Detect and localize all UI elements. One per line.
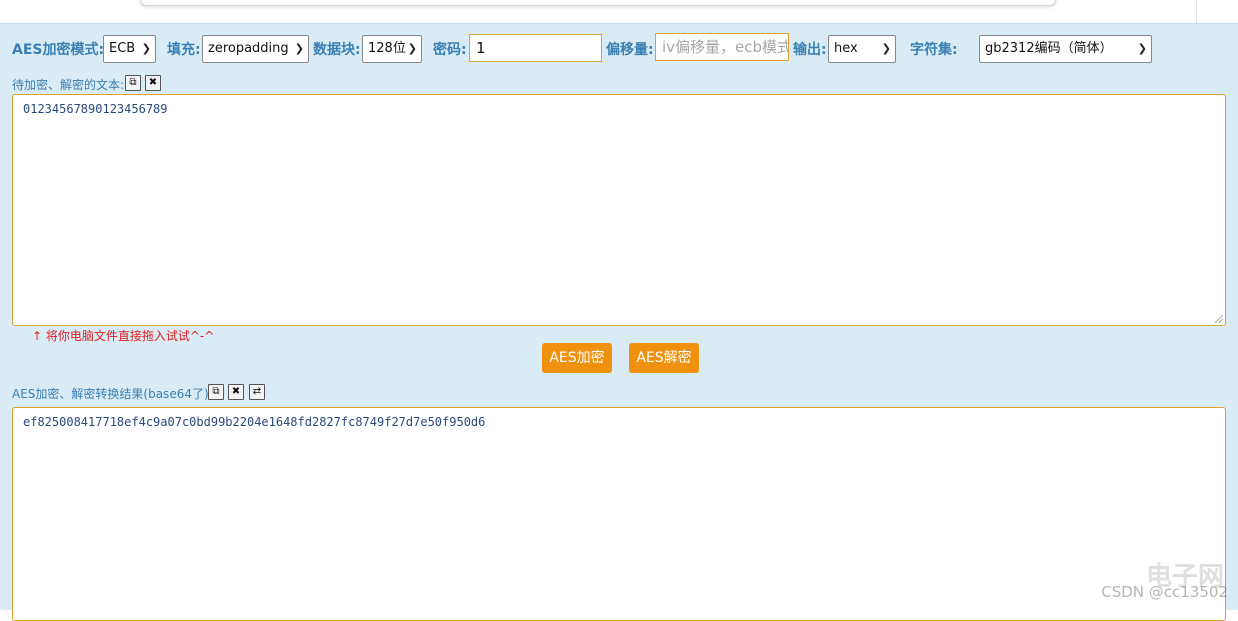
mode-select[interactable]: ECB ❯	[103, 35, 156, 63]
input-textarea[interactable]: 01234567890123456789	[12, 94, 1226, 326]
input-text: 01234567890123456789	[23, 102, 168, 116]
charset-label: 字符集:	[910, 42, 958, 58]
output-label: 输出:	[793, 42, 827, 58]
mode-label: AES加密模式:	[12, 42, 105, 58]
output-textarea[interactable]: ef825008417718ef4c9a07c0bd99b2204e1648fd…	[12, 407, 1226, 621]
output-result-label: AES加密、解密转换结果(base64了):	[12, 387, 213, 401]
input-label: 待加密、解密的文本:	[12, 78, 125, 92]
chevron-down-icon: ❯	[1137, 42, 1147, 55]
watermark-text: CSDN @cc13502	[1101, 583, 1228, 601]
mode-value: ECB	[109, 41, 136, 56]
padding-select[interactable]: zeropadding ❯	[202, 35, 309, 63]
chevron-down-icon: ❯	[881, 42, 891, 55]
block-value: 128位	[368, 41, 406, 56]
block-label: 数据块:	[313, 42, 361, 58]
password-input[interactable]: 1	[469, 34, 602, 62]
top-card	[140, 0, 1056, 6]
chevron-down-icon: ❯	[407, 42, 417, 55]
chevron-down-icon: ❯	[294, 42, 304, 55]
block-select[interactable]: 128位 ❯	[362, 35, 422, 63]
clear-icon[interactable]: ✖	[145, 75, 161, 91]
clear-icon[interactable]: ✖	[228, 384, 244, 400]
copy-icon[interactable]: ⧉	[208, 384, 224, 400]
swap-icon[interactable]: ⇄	[249, 384, 265, 400]
output-select[interactable]: hex ❯	[828, 35, 896, 63]
aes-decrypt-button[interactable]: AES解密	[629, 343, 699, 373]
charset-value: gb2312编码（简体）	[985, 41, 1113, 56]
aes-encrypt-button[interactable]: AES加密	[542, 343, 612, 373]
copy-icon[interactable]: ⧉	[125, 75, 141, 91]
password-label: 密码:	[433, 42, 467, 58]
padding-label: 填充:	[167, 42, 201, 58]
offset-input[interactable]: iv偏移量，ecb模式不用填写	[655, 33, 789, 61]
offset-label: 偏移量:	[606, 42, 654, 58]
charset-select[interactable]: gb2312编码（简体） ❯	[979, 35, 1152, 63]
padding-value: zeropadding	[208, 41, 289, 56]
drag-hint: ↑ 将你电脑文件直接拖入试试^-^	[32, 329, 215, 343]
top-divider	[1196, 0, 1197, 23]
chevron-down-icon: ❯	[141, 42, 151, 55]
output-text: ef825008417718ef4c9a07c0bd99b2204e1648fd…	[23, 415, 486, 429]
resize-handle[interactable]	[1215, 315, 1223, 323]
output-value: hex	[834, 41, 858, 56]
